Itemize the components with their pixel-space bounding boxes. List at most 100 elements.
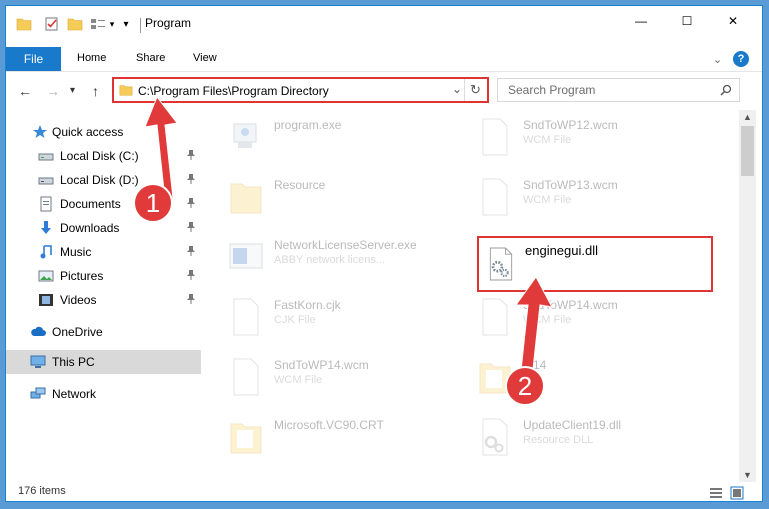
exe-icon [233, 123, 257, 148]
step-badge-2: 2 [505, 366, 545, 406]
vertical-scrollbar[interactable]: ▲ ▼ [739, 110, 756, 482]
list-item[interactable]: Microsoft.VC90.CRT [202, 410, 442, 466]
file-name: SndToWP13.wcm [523, 178, 618, 192]
address-divider [464, 79, 465, 101]
documents-icon [40, 196, 52, 212]
explorer-window: ▾ ▾ Program — ☐ ✕ File Home Share View ⌄… [5, 5, 763, 502]
tab-view[interactable]: View [193, 52, 217, 64]
file-type: WCM File [523, 194, 572, 206]
cloud-icon [31, 326, 46, 336]
file-name: FastKorn.cjk [274, 298, 341, 312]
pin-icon[interactable] [186, 245, 196, 257]
address-dropdown-icon[interactable]: ⌄ [452, 82, 462, 96]
up-button[interactable]: ↑ [92, 83, 99, 99]
file-name: NetworkLicenseServer.exe [274, 238, 417, 252]
network-icon [30, 387, 46, 399]
list-item[interactable]: SndToWP14.wcm WCM File [202, 350, 442, 406]
pictures-icon [38, 270, 54, 282]
ribbon-tabs: File Home Share View ⌄ ? [6, 47, 762, 72]
scroll-down-icon[interactable]: ▼ [743, 470, 752, 480]
file-type: Resource DLL [523, 434, 594, 446]
sidebar-item-music[interactable]: Music [6, 240, 201, 264]
sidebar-item-onedrive[interactable]: OneDrive [6, 320, 201, 344]
tab-share[interactable]: Share [136, 52, 165, 64]
sidebar-item-this-pc[interactable]: This PC [6, 350, 201, 374]
list-item[interactable]: FastKorn.cjk CJK File [202, 290, 442, 346]
back-button[interactable]: ← [18, 83, 32, 99]
list-item[interactable]: NetworkLicenseServer.exe ABBY network li… [202, 230, 442, 286]
search-placeholder: Search Program [508, 83, 596, 97]
view-options-icon[interactable] [90, 16, 106, 32]
folder-icon [230, 423, 262, 454]
large-icons-view-icon[interactable] [730, 486, 744, 500]
details-view-icon[interactable] [709, 487, 723, 499]
sidebar-item-label: Downloads [60, 221, 120, 235]
sidebar-item-label: Local Disk (C:) [60, 149, 139, 163]
pin-icon[interactable] [186, 269, 196, 281]
title-bar: ▾ ▾ Program — ☐ ✕ [6, 6, 762, 42]
downloads-icon [41, 221, 51, 234]
list-item[interactable]: SndToWP14.wcm WCM File [451, 290, 691, 346]
dll-icon [482, 418, 508, 456]
expand-ribbon-icon[interactable]: ⌄ [713, 53, 722, 66]
customize-toolbar-icon[interactable]: ▾ [107, 16, 117, 32]
maximize-icon: ☐ [681, 14, 693, 28]
help-icon[interactable]: ? [733, 51, 749, 67]
list-item[interactable]: SndToWP13.wcm WCM File [451, 170, 691, 226]
file-name: program.exe [274, 118, 342, 132]
list-item[interactable]: SndToWP12.wcm WCM File [451, 110, 691, 166]
list-item[interactable]: ...14 [451, 350, 691, 406]
sidebar-item-label: Pictures [60, 269, 104, 283]
properties-icon[interactable] [44, 16, 60, 32]
scroll-thumb[interactable] [741, 126, 754, 176]
search-icon [720, 84, 732, 96]
close-icon: ✕ [727, 14, 739, 28]
qa-dropdown-icon[interactable]: ▾ [121, 16, 131, 32]
pin-icon[interactable] [186, 221, 196, 233]
title-separator [140, 18, 141, 33]
list-item[interactable]: UpdateClient19.dll Resource DLL [451, 410, 691, 466]
navigation-bar: ← → ▾ ↑ C:\Program Files\Program Directo… [6, 73, 762, 109]
drive-icon [38, 153, 54, 161]
recent-locations-button[interactable]: ▾ [70, 85, 75, 96]
sidebar-item-label: Quick access [52, 125, 124, 139]
minimize-icon: — [635, 14, 647, 28]
folder-icon[interactable] [16, 16, 32, 32]
drive-icon [38, 177, 54, 185]
search-input[interactable]: Search Program [497, 78, 740, 102]
status-bar: 176 items [6, 482, 762, 501]
tab-file[interactable]: File [6, 47, 61, 71]
file-icon [233, 298, 259, 336]
music-icon [40, 245, 52, 259]
file-type: WCM File [523, 134, 572, 146]
scroll-up-icon[interactable]: ▲ [743, 112, 752, 122]
list-item[interactable]: program.exe [202, 110, 442, 166]
sidebar-item-downloads[interactable]: Downloads [6, 216, 201, 240]
file-icon [233, 358, 259, 396]
file-type: ABBY network licens... [274, 254, 386, 266]
file-name: UpdateClient19.dll [523, 418, 622, 432]
new-folder-icon[interactable] [67, 16, 83, 32]
close-button[interactable]: ✕ [710, 6, 756, 36]
forward-button[interactable]: → [46, 83, 60, 99]
file-icon [482, 178, 508, 216]
sidebar-item-label: Local Disk (D:) [60, 173, 139, 187]
folder-icon [230, 183, 262, 214]
sidebar-item-label: Network [52, 387, 97, 401]
sidebar-item-network[interactable]: Network [6, 382, 201, 406]
list-item[interactable]: Resource [202, 170, 442, 226]
pin-icon[interactable] [186, 293, 196, 305]
folder-icon [119, 85, 133, 96]
videos-icon [39, 294, 53, 306]
file-name: SndToWP12.wcm [523, 118, 618, 132]
sidebar-item-pictures[interactable]: Pictures [6, 264, 201, 288]
star-icon [33, 125, 47, 138]
refresh-icon[interactable]: ↻ [470, 82, 481, 98]
sidebar-item-label: Documents [60, 197, 121, 211]
minimize-button[interactable]: — [618, 6, 664, 36]
tab-home[interactable]: Home [77, 52, 106, 64]
sidebar-item-label: This PC [52, 355, 95, 369]
maximize-button[interactable]: ☐ [664, 6, 710, 36]
sidebar-item-videos[interactable]: Videos [6, 288, 201, 312]
step-badge-1: 1 [133, 183, 173, 223]
